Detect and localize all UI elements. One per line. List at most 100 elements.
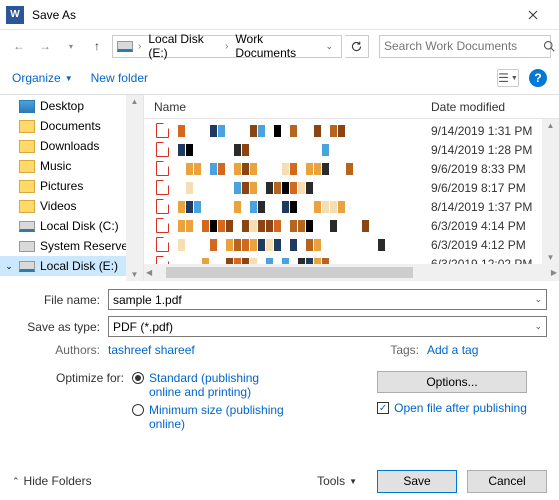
- file-name-redacted: [178, 182, 431, 194]
- pdf-icon: [154, 161, 170, 177]
- tree-item[interactable]: Documents: [0, 116, 143, 136]
- refresh-button[interactable]: [345, 35, 369, 58]
- authors-value[interactable]: tashreef shareef: [108, 343, 195, 357]
- options-button[interactable]: Options...: [377, 371, 527, 393]
- radio-icon: [132, 372, 144, 384]
- search-input[interactable]: [384, 39, 539, 53]
- tree-item[interactable]: Music: [0, 156, 143, 176]
- file-row[interactable]: 9/14/2019 1:31 PM: [154, 121, 559, 140]
- tree-item-label: Local Disk (E:): [40, 259, 118, 273]
- drive-icon: [19, 261, 35, 272]
- tree-item-label: Desktop: [40, 99, 84, 113]
- chevron-up-icon: ⌃: [12, 476, 20, 487]
- drive-icon: [19, 221, 35, 232]
- help-icon[interactable]: ?: [529, 69, 547, 87]
- folder-icon: [19, 200, 35, 213]
- tree-item-label: Local Disk (C:): [40, 219, 119, 233]
- tree-item-label: Documents: [40, 119, 101, 133]
- folder-icon: [19, 160, 35, 173]
- new-folder-button[interactable]: New folder: [91, 71, 148, 85]
- desktop-icon: [19, 100, 35, 113]
- tree-item[interactable]: Desktop: [0, 96, 143, 116]
- file-date: 6/3/2019 4:12 PM: [431, 238, 559, 252]
- close-button[interactable]: [513, 1, 553, 29]
- file-list: Name Date modified 9/14/2019 1:31 PM 9/14…: [144, 95, 559, 281]
- chevron-down-icon[interactable]: ⌄: [534, 294, 542, 305]
- file-row[interactable]: 6/3/2019 12:02 PM: [154, 254, 559, 264]
- cancel-button[interactable]: Cancel: [467, 470, 547, 493]
- breadcrumb-disk[interactable]: Local Disk (E:): [144, 32, 222, 60]
- search-box[interactable]: [379, 35, 551, 58]
- breadcrumb-folder[interactable]: Work Documents: [231, 32, 321, 60]
- radio-standard[interactable]: Standard (publishing online and printing…: [132, 371, 289, 399]
- file-hscrollbar[interactable]: ◀▶: [144, 264, 559, 281]
- search-icon[interactable]: [543, 40, 555, 52]
- file-date: 6/3/2019 12:02 PM: [431, 257, 559, 265]
- tree-item[interactable]: Local Disk (C:): [0, 216, 143, 236]
- file-name-redacted: [178, 144, 431, 156]
- organize-menu[interactable]: Organize▼: [12, 71, 73, 85]
- folder-icon: [19, 140, 35, 153]
- file-name-label: File name:: [12, 293, 108, 307]
- save-button[interactable]: Save: [377, 470, 457, 493]
- authors-label: Authors:: [12, 343, 108, 357]
- view-options[interactable]: ☰▼: [497, 69, 519, 87]
- chevron-right-icon[interactable]: ›: [222, 41, 231, 52]
- radio-icon: [132, 404, 144, 416]
- column-date[interactable]: Date modified: [431, 100, 559, 114]
- file-row[interactable]: 9/6/2019 8:33 PM: [154, 159, 559, 178]
- optimize-label: Optimize for:: [12, 371, 132, 435]
- pdf-icon: [154, 142, 170, 158]
- chevron-right-icon[interactable]: ›: [135, 41, 144, 52]
- tree-item-label: Downloads: [40, 139, 99, 153]
- word-icon: W: [6, 6, 24, 24]
- window-title: Save As: [32, 8, 513, 22]
- tree-item[interactable]: Videos: [0, 196, 143, 216]
- file-name-input[interactable]: ⌄: [108, 289, 547, 310]
- file-row[interactable]: 9/6/2019 8:17 PM: [154, 178, 559, 197]
- tree-item[interactable]: Pictures: [0, 176, 143, 196]
- save-type-select[interactable]: PDF (*.pdf) ⌄: [108, 316, 547, 337]
- file-name-redacted: [178, 201, 431, 213]
- pdf-icon: [154, 180, 170, 196]
- pdf-icon: [154, 256, 170, 265]
- nav-tree: Desktop Documents Downloads Music PicturesVi…: [0, 95, 144, 281]
- tags-label: Tags:: [367, 343, 427, 357]
- pdf-icon: [154, 218, 170, 234]
- recent-dropdown[interactable]: ▾: [60, 35, 82, 57]
- breadcrumb[interactable]: › Local Disk (E:) › Work Documents ⌄: [112, 35, 342, 58]
- tree-item[interactable]: ⌄Local Disk (E:): [0, 256, 143, 276]
- tree-item-label: Music: [40, 159, 71, 173]
- file-row[interactable]: 6/3/2019 4:14 PM: [154, 216, 559, 235]
- file-row[interactable]: 8/14/2019 1:37 PM: [154, 197, 559, 216]
- file-row[interactable]: 9/14/2019 1:28 PM: [154, 140, 559, 159]
- file-date: 9/14/2019 1:28 PM: [431, 143, 559, 157]
- hide-folders-button[interactable]: ⌃ Hide Folders: [12, 474, 92, 488]
- radio-minimum[interactable]: Minimum size (publishing online): [132, 403, 289, 431]
- pdf-icon: [154, 199, 170, 215]
- tree-item[interactable]: System Reserved: [0, 236, 143, 256]
- pdf-icon: [154, 123, 170, 139]
- chevron-down-icon[interactable]: ⌄: [534, 321, 542, 332]
- open-after-checkbox[interactable]: ✓ Open file after publishing: [357, 401, 547, 415]
- breadcrumb-dropdown[interactable]: ⌄: [321, 41, 337, 52]
- back-button[interactable]: ←: [8, 35, 30, 57]
- forward-button[interactable]: →: [34, 35, 56, 57]
- file-name-redacted: [178, 163, 431, 175]
- file-date: 9/6/2019 8:33 PM: [431, 162, 559, 176]
- tree-scrollbar[interactable]: ▲▼: [126, 95, 143, 281]
- file-date: 6/3/2019 4:14 PM: [431, 219, 559, 233]
- folder-icon: [19, 120, 35, 133]
- tools-menu[interactable]: Tools▼: [317, 474, 357, 488]
- file-date: 9/14/2019 1:31 PM: [431, 124, 559, 138]
- column-name[interactable]: Name: [154, 100, 431, 114]
- tree-item-label: System Reserved: [40, 239, 135, 253]
- tree-item[interactable]: Downloads: [0, 136, 143, 156]
- file-vscrollbar[interactable]: ▲▼: [542, 119, 559, 264]
- file-row[interactable]: 6/3/2019 4:12 PM: [154, 235, 559, 254]
- drive-icon: [117, 38, 133, 54]
- file-name-redacted: [178, 220, 431, 232]
- file-name-redacted: [178, 239, 431, 251]
- tags-value[interactable]: Add a tag: [427, 343, 547, 357]
- up-button[interactable]: ↑: [86, 35, 108, 57]
